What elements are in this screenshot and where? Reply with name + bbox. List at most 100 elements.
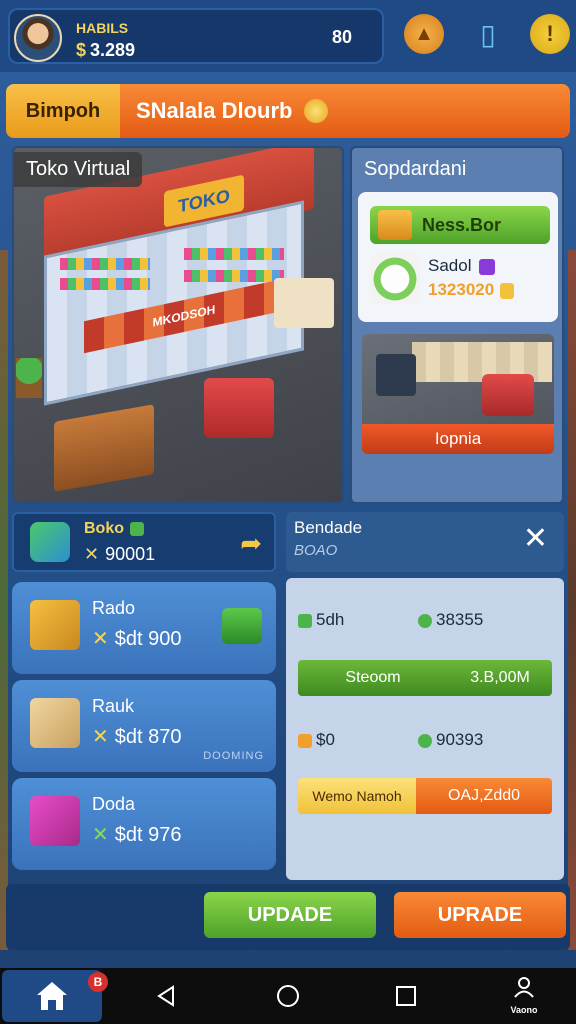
user-icon [514,977,534,998]
promo-machine [376,354,416,396]
promo-card[interactable]: Iopnia [362,334,554,454]
box-icon [378,210,412,240]
item-card-doda[interactable]: Doda ✕ $dt 976 [12,778,276,870]
action-bar: UPDADE UPRADE [6,884,570,950]
back-button[interactable] [150,980,182,1012]
stats-header: Bendade BOAO ✕ [286,512,564,572]
profile-label: Vaono [510,1005,538,1015]
stats-subtitle: BOAO [294,542,338,559]
offer-price-value: 1323020 [428,280,495,299]
checkout-counter[interactable] [54,404,154,492]
x-icon: ✕ [92,726,109,748]
right-border-decoration [568,250,576,950]
tab-bar: Bimpoh SNalala Dlourb [6,84,570,138]
clock-icon [418,733,432,748]
home-tab[interactable] [2,970,102,1022]
info-icon[interactable]: ! [530,14,570,54]
stat-left: $0 [298,730,335,750]
player-name: HABILS [76,20,129,36]
stat-bar-green[interactable]: Steoom 3.B,00M [298,660,552,696]
close-icon[interactable]: ✕ [523,524,548,554]
item-price: ✕ $dt 870 [92,724,182,749]
scene-title: Toko Virtual [14,152,143,187]
summary-value-text: 90001 [105,544,156,564]
produce-crate[interactable] [274,278,334,328]
stat-right: 90393 [418,730,483,750]
circle-icon [277,985,299,1007]
item-extra-label: DOOMING [203,750,264,762]
store-scene[interactable]: TOKO MKODSOH Toko Virtual [12,146,344,504]
upgrade-button[interactable]: UPRADE [394,892,566,938]
square-icon [396,986,416,1006]
stat-bar-value: 3.B,00M [470,669,530,686]
item-name: Rauk [92,696,135,716]
money-icon [298,613,312,628]
stat-right: 38355 [418,610,483,630]
player-card[interactable]: HABILS $3.289 80 [8,8,384,64]
item-price: ✕ $dt 900 [92,626,182,651]
dollar-icon: $ [76,40,87,60]
stat-bar-label: Wemo Namoh [298,778,416,814]
update-button[interactable]: UPDADE [204,892,376,938]
notification-badge: B [88,972,108,992]
coin-icon [304,99,329,123]
shield-icon [418,613,432,628]
item-card-rado[interactable]: Rado ✕ $dt 900 [12,582,276,674]
offer-button[interactable]: Ness.Bor [370,206,550,244]
stat-bar-value: OAJ,Zdd0 [416,778,552,814]
coin-icon [298,733,312,748]
delivery-van-icon [222,608,262,644]
item-card-rauk[interactable]: Rauk ✕ $dt 870 DOOMING [12,680,276,772]
back-icon [157,985,174,1007]
player-score: 80 [331,27,352,47]
shelf [184,270,284,282]
left-border-decoration [0,250,8,950]
stats-title: Bendade [294,518,363,537]
side-panel: Sopdardani Ness.Bor Sadol 1323020 Iopnia [350,146,564,504]
treasure-chest-icon[interactable]: ▲ [404,14,444,54]
offer-button-label: Ness.Bor [422,214,502,235]
cardboard-box-icon [30,698,80,748]
stat-left: 5dh [298,610,344,630]
promo-button[interactable]: Iopnia [362,424,554,454]
shelf [184,248,284,260]
gift-box-icon [30,796,80,846]
tab-snalala-dlourb[interactable]: SNalala Dlourb [120,84,570,138]
x-icon: ✕ [92,824,109,846]
offer-price: 1323020 [428,280,515,300]
top-bar: HABILS $3.289 80 ▲ ▯ ! [0,0,576,72]
summary-card[interactable]: Boko ✕ 90001 ➦ [12,512,276,572]
stats-body: 5dh 38355 Steoom 3.B,00M $0 90393 Wemo N… [286,578,564,880]
arrow-icon[interactable]: ➦ [240,528,262,559]
item-price-value: $dt 870 [114,726,182,748]
offer-label: Sadol [428,256,496,276]
phone-icon[interactable]: ▯ [468,14,508,54]
shelf [60,278,150,290]
shopping-cart[interactable] [204,378,274,438]
stat-left-value: $0 [316,730,335,749]
tag-icon [479,258,496,275]
stat-bar-split[interactable]: Wemo Namoh OAJ,Zdd0 [298,778,552,814]
home-button[interactable] [272,980,304,1012]
offer-label-text: Sadol [428,256,472,275]
promo-van [482,374,534,416]
summary-value: ✕ 90001 [84,544,155,565]
recents-button[interactable] [390,980,422,1012]
tab-snalala-label: SNalala Dlourb [136,98,293,123]
player-avatar[interactable] [14,14,62,62]
item-price-value: $dt 900 [114,628,182,650]
item-price: ✕ $dt 976 [92,822,182,847]
check-icon [130,521,144,536]
summary-title-text: Boko [84,520,124,537]
item-price-value: $dt 976 [114,824,182,846]
item-name: Rado [92,598,136,618]
stat-bar-label: Steoom [345,669,401,686]
item-name: Doda [92,794,136,814]
summary-title: Boko [84,520,144,538]
coin-tag-icon [500,282,515,299]
profile-button[interactable]: Vaono [504,976,544,1020]
blocks-icon [30,522,70,562]
stat-left-value: 5dh [316,610,345,629]
tab-bimpoh[interactable]: Bimpoh [6,84,120,138]
potted-plant [16,358,42,398]
